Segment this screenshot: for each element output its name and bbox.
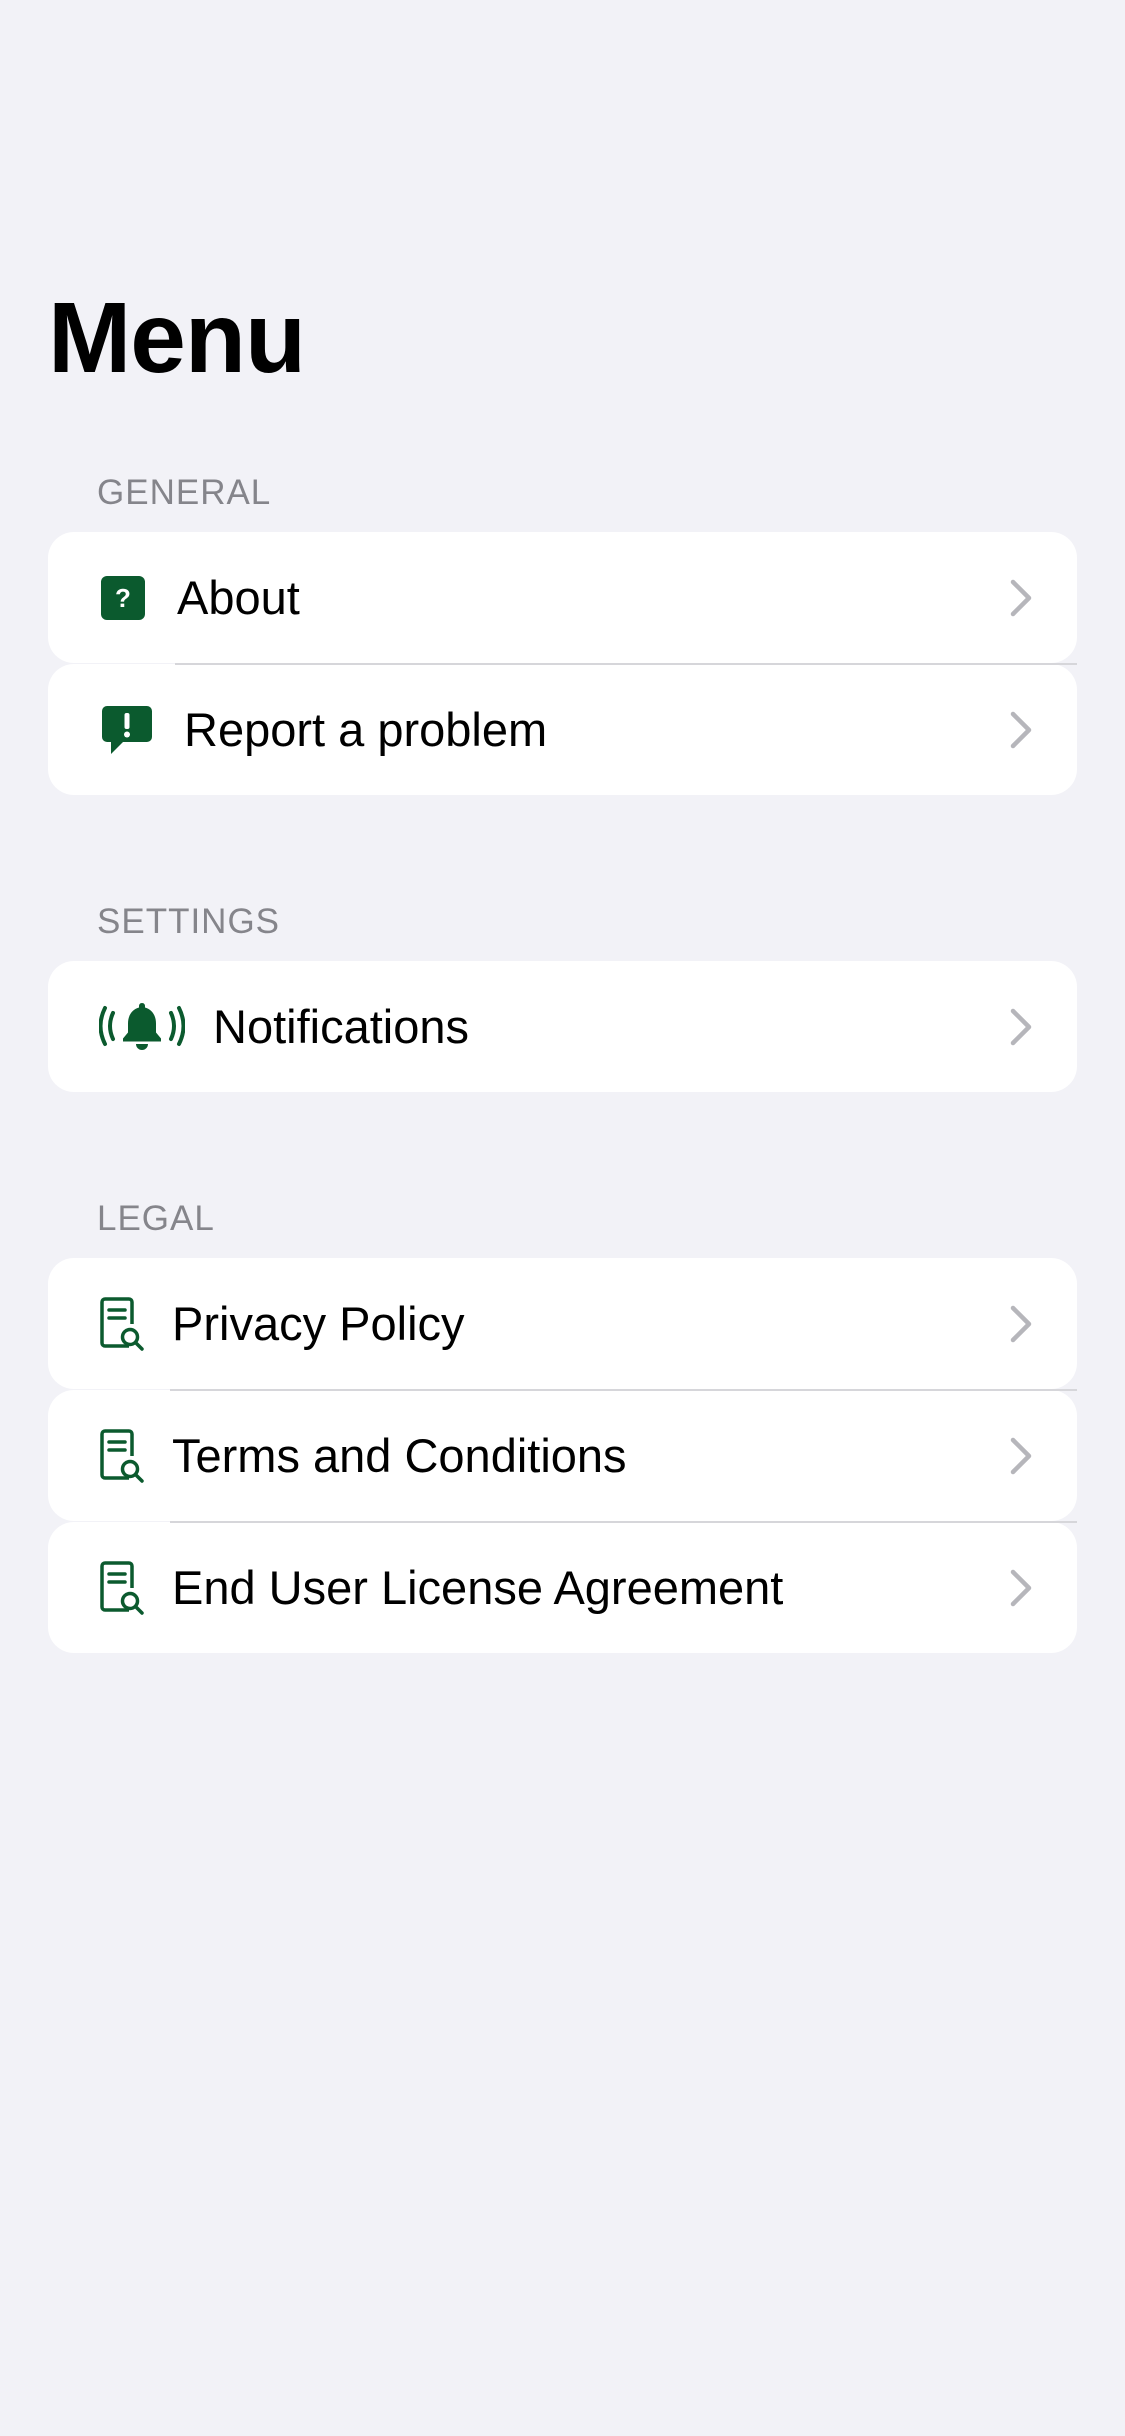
general-group: ? About Report a problem (48, 532, 1077, 796)
chevron-right-icon (1010, 711, 1032, 748)
svg-text:?: ? (115, 583, 131, 613)
document-search-icon (99, 1296, 145, 1352)
menu-item-label: Privacy Policy (172, 1297, 465, 1350)
chevron-right-icon (1010, 1437, 1032, 1474)
chevron-right-icon (1010, 579, 1032, 616)
menu-item-label: Report a problem (184, 703, 548, 756)
menu-item-privacy-policy[interactable]: Privacy Policy (48, 1258, 1077, 1391)
row-divider (170, 1389, 1077, 1391)
menu-item-eula[interactable]: End User License Agreement (48, 1522, 1077, 1653)
exclamation-bubble-icon (101, 704, 153, 756)
document-search-icon (99, 1428, 145, 1484)
chevron-right-icon (1010, 1305, 1032, 1342)
section-header-general: GENERAL (97, 473, 272, 512)
settings-group: Notifications (48, 961, 1077, 1093)
menu-item-report-a-problem[interactable]: Report a problem (48, 664, 1077, 795)
legal-group: Privacy Policy Terms and Conditions End … (48, 1258, 1077, 1654)
document-search-icon (99, 1560, 145, 1616)
menu-item-label: End User License Agreement (172, 1561, 784, 1614)
section-header-settings: SETTINGS (97, 902, 281, 941)
page-title: Menu (48, 282, 306, 394)
row-divider (170, 1521, 1077, 1523)
menu-item-about[interactable]: ? About (48, 532, 1077, 665)
menu-item-notifications[interactable]: Notifications (48, 961, 1077, 1092)
menu-item-terms-and-conditions[interactable]: Terms and Conditions (48, 1390, 1077, 1523)
menu-item-label: Notifications (213, 1000, 469, 1053)
menu-item-label: About (177, 571, 300, 624)
bell-ringing-icon (99, 999, 185, 1055)
question-square-icon: ? (101, 575, 145, 620)
chevron-right-icon (1010, 1008, 1032, 1045)
row-divider (175, 663, 1077, 665)
menu-item-label: Terms and Conditions (172, 1429, 627, 1482)
section-header-legal: LEGAL (97, 1199, 215, 1238)
chevron-right-icon (1010, 1569, 1032, 1606)
